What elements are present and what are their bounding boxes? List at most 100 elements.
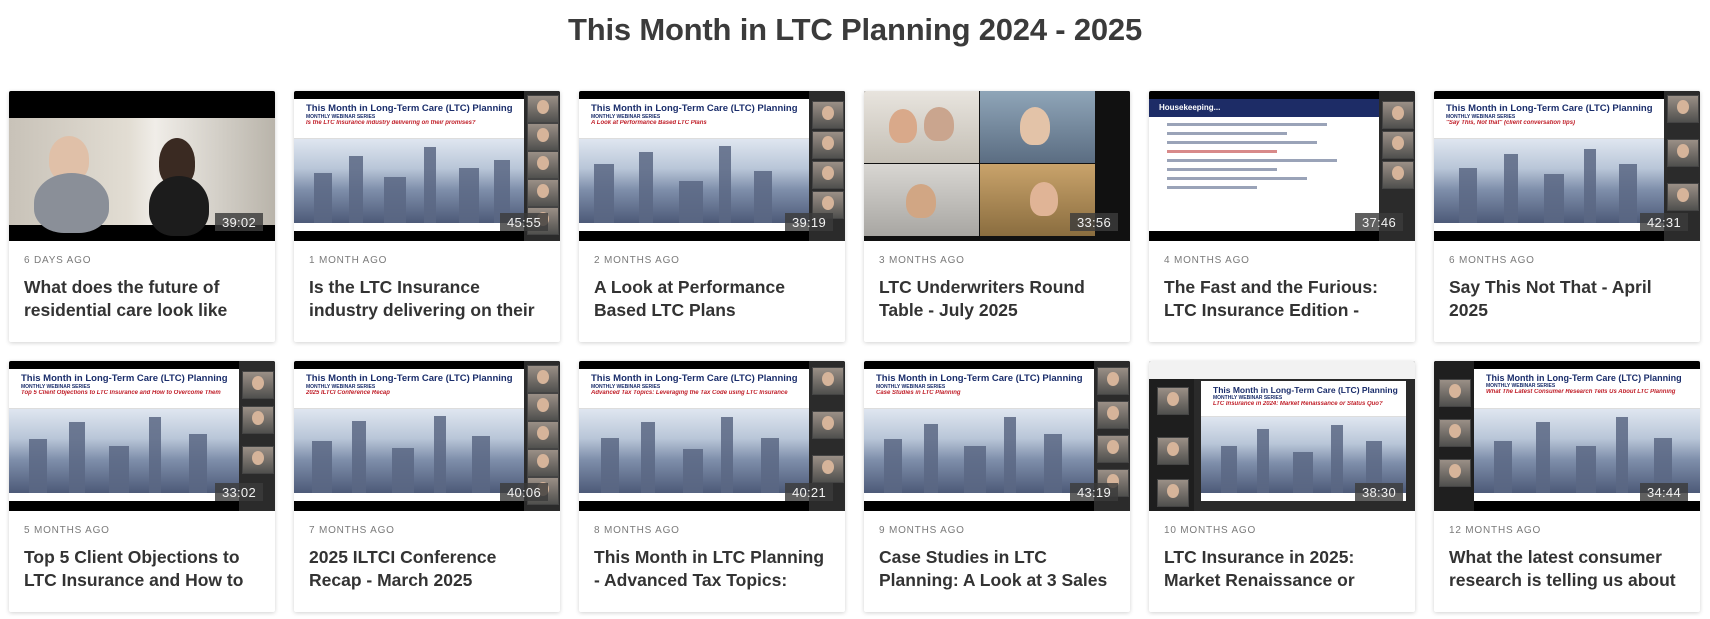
page-title: This Month in LTC Planning 2024 - 2025 bbox=[567, 12, 1142, 47]
video-thumbnail[interactable]: This Month in Long-Term Care (LTC) Plann… bbox=[1434, 91, 1700, 241]
duration-badge: 38:30 bbox=[1354, 483, 1403, 501]
duration-badge: 33:02 bbox=[214, 483, 263, 501]
webinar-slide: This Month in Long-Term Care (LTC) Plann… bbox=[1474, 369, 1700, 501]
city-skyline-image bbox=[579, 139, 809, 223]
video-title[interactable]: What does the future of residential care… bbox=[24, 276, 261, 321]
published-ago: 10 MONTHS AGO bbox=[1164, 525, 1257, 536]
slide-subtitle: "Say This, Not that" (client conversatio… bbox=[1446, 120, 1576, 126]
city-skyline-image bbox=[1201, 417, 1406, 493]
video-title[interactable]: 2025 ILTCI Conference Recap - March 2025 bbox=[309, 546, 546, 591]
video-thumbnail[interactable]: This Month in Long-Term Care (LTC) Plann… bbox=[1149, 361, 1415, 511]
slide-subtitle: LTC Insurance in 2024: Market Renaissanc… bbox=[1213, 401, 1383, 407]
duration-badge: 42:31 bbox=[1639, 213, 1688, 231]
slide-title: This Month in Long-Term Care (LTC) Plann… bbox=[21, 373, 228, 384]
duration-badge: 37:46 bbox=[1354, 213, 1403, 231]
thumbnail-image bbox=[9, 118, 275, 236]
published-ago: 8 MONTHS AGO bbox=[594, 525, 680, 536]
video-thumbnail[interactable]: This Month in Long-Term Care (LTC) Plann… bbox=[864, 361, 1130, 511]
slide-subtitle: Case Studies in LTC Planning bbox=[876, 390, 961, 396]
video-card[interactable]: 33:56 3 MONTHS AGO LTC Underwriters Roun… bbox=[864, 91, 1130, 342]
webinar-slide: This Month in Long-Term Care (LTC) Plann… bbox=[9, 369, 239, 501]
published-ago: 5 MONTHS AGO bbox=[24, 525, 110, 536]
webinar-slide: This Month in Long-Term Care (LTC) Plann… bbox=[294, 99, 524, 231]
webinar-slide: This Month in Long-Term Care (LTC) Plann… bbox=[579, 99, 809, 231]
video-title[interactable]: This Month in LTC Planning - Advanced Ta… bbox=[594, 546, 831, 591]
slide-title: This Month in Long-Term Care (LTC) Plann… bbox=[306, 373, 513, 384]
webinar-slide: Housekeeping... bbox=[1149, 99, 1382, 231]
city-skyline-image bbox=[1434, 139, 1664, 223]
slide-subtitle: 2025 ILTCI Conference Recap bbox=[306, 390, 390, 396]
video-title[interactable]: Say This Not That - April 2025 bbox=[1449, 276, 1686, 321]
video-thumbnail[interactable]: This Month in Long-Term Care (LTC) Plann… bbox=[294, 361, 560, 511]
city-skyline-image bbox=[864, 409, 1094, 493]
webinar-slide: This Month in Long-Term Care (LTC) Plann… bbox=[1434, 99, 1664, 231]
published-ago: 6 DAYS AGO bbox=[24, 255, 92, 266]
slide-title: This Month in Long-Term Care (LTC) Plann… bbox=[1446, 103, 1653, 114]
slide-subtitle: Top 5 Client Objections to LTC Insurance… bbox=[21, 390, 221, 396]
video-title[interactable]: Case Studies in LTC Planning: A Look at … bbox=[879, 546, 1116, 591]
slide-title: This Month in Long-Term Care (LTC) Plann… bbox=[591, 373, 798, 384]
video-card[interactable]: 39:02 6 DAYS AGO What does the future of… bbox=[9, 91, 275, 342]
video-card[interactable]: This Month in Long-Term Care (LTC) Plann… bbox=[1149, 361, 1415, 612]
duration-badge: 39:19 bbox=[784, 213, 833, 231]
video-card[interactable]: This Month in Long-Term Care (LTC) Plann… bbox=[9, 361, 275, 612]
published-ago: 12 MONTHS AGO bbox=[1449, 525, 1542, 536]
duration-badge: 34:44 bbox=[1639, 483, 1688, 501]
video-thumbnail[interactable]: This Month in Long-Term Care (LTC) Plann… bbox=[579, 91, 845, 241]
slide-subtitle: A Look at Performance Based LTC Plans bbox=[591, 120, 707, 126]
video-title[interactable]: A Look at Performance Based LTC Plans bbox=[594, 276, 831, 321]
duration-badge: 45:55 bbox=[499, 213, 548, 231]
slide-title: This Month in Long-Term Care (LTC) Plann… bbox=[1213, 385, 1398, 395]
city-skyline-image bbox=[1474, 409, 1700, 493]
video-title[interactable]: Top 5 Client Objections to LTC Insurance… bbox=[24, 546, 261, 591]
video-thumbnail[interactable]: This Month in Long-Term Care (LTC) Plann… bbox=[1434, 361, 1700, 511]
video-title[interactable]: The Fast and the Furious: LTC Insurance … bbox=[1164, 276, 1401, 321]
video-thumbnail[interactable]: This Month in Long-Term Care (LTC) Plann… bbox=[579, 361, 845, 511]
webinar-slide: This Month in Long-Term Care (LTC) Plann… bbox=[864, 369, 1094, 501]
published-ago: 4 MONTHS AGO bbox=[1164, 255, 1250, 266]
slide-title: This Month in Long-Term Care (LTC) Plann… bbox=[591, 103, 798, 114]
video-title[interactable]: LTC Insurance in 2025: Market Renaissanc… bbox=[1164, 546, 1401, 591]
duration-badge: 43:19 bbox=[1069, 483, 1118, 501]
duration-badge: 40:21 bbox=[784, 483, 833, 501]
city-skyline-image bbox=[579, 409, 809, 493]
video-card[interactable]: This Month in Long-Term Care (LTC) Plann… bbox=[294, 361, 560, 612]
slide-subtitle: Is the LTC Insurance industry delivering… bbox=[306, 120, 476, 126]
duration-badge: 40:06 bbox=[499, 483, 548, 501]
video-title[interactable]: LTC Underwriters Round Table - July 2025 bbox=[879, 276, 1116, 321]
video-card[interactable]: Housekeeping... 37:46 4 MONTHS AGO The F… bbox=[1149, 91, 1415, 342]
slide-title: This Month in Long-Term Care (LTC) Plann… bbox=[306, 103, 513, 114]
video-card[interactable]: This Month in Long-Term Care (LTC) Plann… bbox=[1434, 91, 1700, 342]
video-card[interactable]: This Month in Long-Term Care (LTC) Plann… bbox=[579, 361, 845, 612]
city-skyline-image bbox=[9, 409, 239, 493]
video-grid: 39:02 6 DAYS AGO What does the future of… bbox=[9, 91, 1701, 612]
video-card[interactable]: This Month in Long-Term Care (LTC) Plann… bbox=[864, 361, 1130, 612]
video-card[interactable]: This Month in Long-Term Care (LTC) Plann… bbox=[294, 91, 560, 342]
slide-subtitle: What The Latest Consumer Research Tells … bbox=[1486, 389, 1676, 395]
video-title[interactable]: Is the LTC Insurance industry delivering… bbox=[309, 276, 546, 321]
slide-heading: Housekeeping... bbox=[1149, 99, 1382, 117]
city-skyline-image bbox=[294, 139, 524, 223]
video-card[interactable]: This Month in Long-Term Care (LTC) Plann… bbox=[579, 91, 845, 342]
webinar-slide: This Month in Long-Term Care (LTC) Plann… bbox=[294, 369, 524, 501]
published-ago: 2 MONTHS AGO bbox=[594, 255, 680, 266]
published-ago: 3 MONTHS AGO bbox=[879, 255, 965, 266]
published-ago: 9 MONTHS AGO bbox=[879, 525, 965, 536]
video-thumbnail[interactable]: 39:02 bbox=[9, 91, 275, 241]
slide-subtitle: Advanced Tax Topics: Leveraging the Tax … bbox=[591, 390, 788, 396]
slide-title: This Month in Long-Term Care (LTC) Plann… bbox=[876, 373, 1083, 384]
video-thumbnail[interactable]: This Month in Long-Term Care (LTC) Plann… bbox=[294, 91, 560, 241]
published-ago: 6 MONTHS AGO bbox=[1449, 255, 1535, 266]
video-thumbnail[interactable]: Housekeeping... 37:46 bbox=[1149, 91, 1415, 241]
published-ago: 7 MONTHS AGO bbox=[309, 525, 395, 536]
duration-badge: 39:02 bbox=[214, 213, 263, 231]
published-ago: 1 MONTH AGO bbox=[309, 255, 388, 266]
slide-title: This Month in Long-Term Care (LTC) Plann… bbox=[1486, 373, 1682, 383]
video-card[interactable]: This Month in Long-Term Care (LTC) Plann… bbox=[1434, 361, 1700, 612]
video-title[interactable]: What the latest consumer research is tel… bbox=[1449, 546, 1686, 591]
city-skyline-image bbox=[294, 409, 524, 493]
video-thumbnail[interactable]: 33:56 bbox=[864, 91, 1130, 241]
video-thumbnail[interactable]: This Month in Long-Term Care (LTC) Plann… bbox=[9, 361, 275, 511]
duration-badge: 33:56 bbox=[1069, 213, 1118, 231]
webinar-slide: This Month in Long-Term Care (LTC) Plann… bbox=[579, 369, 809, 501]
